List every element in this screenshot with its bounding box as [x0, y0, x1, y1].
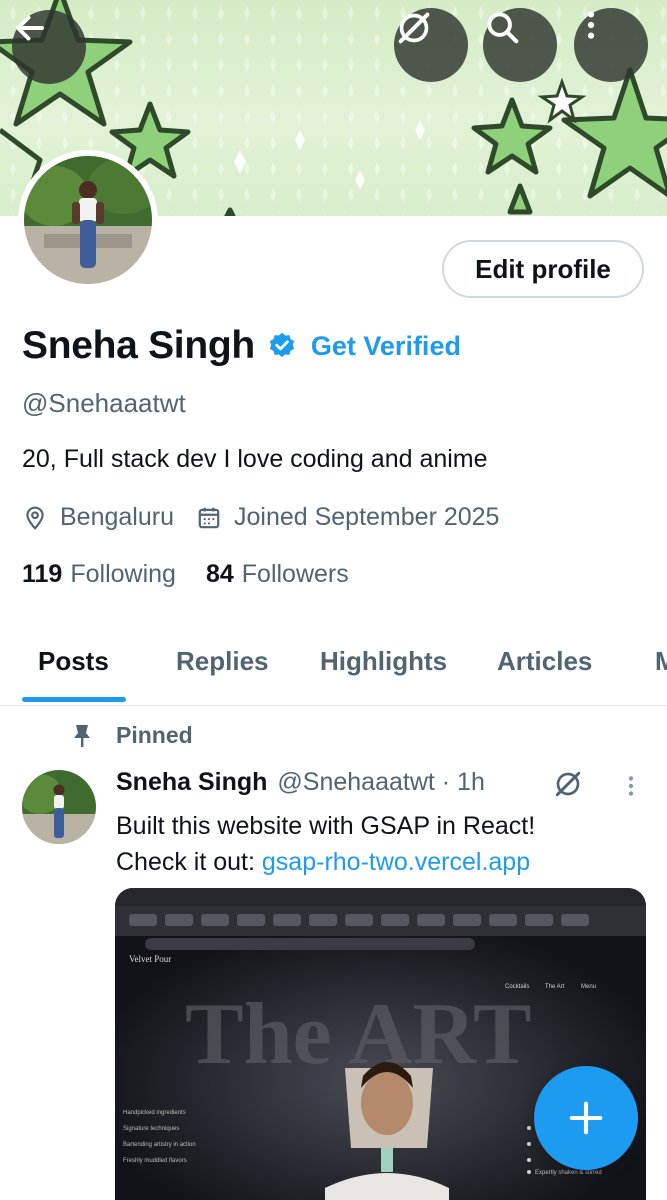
followers-label: Followers: [241, 560, 349, 588]
arrow-left-icon: [16, 15, 44, 41]
post-link[interactable]: gsap-rho-two.vercel.app: [262, 848, 530, 876]
grok-icon: [398, 12, 430, 44]
more-vertical-icon: [587, 11, 595, 39]
media-list-1: Handpicked ingredients: [123, 1110, 186, 1116]
post-author-name[interactable]: Sneha Singh: [116, 768, 267, 797]
tab-articles[interactable]: Articles: [497, 646, 592, 677]
media-list-2: Signature techniques: [123, 1126, 179, 1132]
profile-name: Sneha Singh: [22, 324, 255, 367]
location-pin-icon: [26, 506, 44, 530]
more-button[interactable]: [574, 8, 648, 82]
tab-highlights[interactable]: Highlights: [320, 646, 447, 677]
search-button[interactable]: [483, 8, 557, 82]
media-list-right-1: Expertly shaken & stirred: [535, 1170, 602, 1176]
post-header: Sneha Singh @Snehaaatwt · 1h: [116, 768, 485, 797]
profile-meta: Bengaluru Joined September 2025: [22, 503, 499, 532]
followers-count: 84: [205, 560, 234, 588]
post-text-line1: Built this website with GSAP in React!: [116, 812, 536, 840]
pinned-label-row: Pinned: [70, 722, 193, 749]
verified-badge-icon: [269, 332, 295, 358]
post-text-prefix: Check it out:: [116, 848, 262, 876]
edit-profile-button[interactable]: Edit profile: [442, 240, 644, 298]
grok-icon[interactable]: [552, 768, 584, 800]
media-brand: Velvet Pour: [129, 954, 171, 964]
profile-location: Bengaluru: [60, 503, 174, 531]
profile-bio: 20, Full stack dev I love coding and ani…: [22, 445, 488, 473]
avatar-photo: [24, 156, 152, 284]
post-more-icon[interactable]: [618, 770, 644, 802]
media-nav-art: The Art: [545, 984, 565, 990]
profile-joined-date: Joined September 2025: [233, 503, 500, 531]
media-nav-menu: Menu: [581, 984, 596, 990]
get-verified-link[interactable]: Get Verified: [311, 331, 461, 362]
following-link[interactable]: 119 Following: [22, 560, 176, 589]
grok-button[interactable]: [394, 8, 468, 82]
profile-handle: @Snehaaatwt: [22, 388, 186, 418]
follow-stats: 119 Following 84 Followers: [22, 560, 379, 589]
active-tab-indicator: [22, 697, 126, 702]
pinned-label: Pinned: [116, 722, 193, 748]
profile-tabs: Posts Replies Highlights Articles M: [0, 630, 667, 706]
following-count: 119: [22, 560, 63, 588]
plus-icon: [569, 1101, 603, 1135]
following-label: Following: [70, 560, 176, 588]
post-text: Built this website with GSAP in React! C…: [116, 808, 636, 880]
post-author-meta: @Snehaaatwt · 1h: [277, 768, 485, 796]
calendar-icon: [198, 507, 220, 528]
followers-link[interactable]: 84 Followers: [206, 560, 349, 589]
search-icon: [487, 12, 519, 44]
tab-media[interactable]: M: [655, 646, 667, 677]
back-button[interactable]: [12, 10, 86, 84]
pin-icon: [74, 724, 90, 747]
profile-avatar[interactable]: [18, 150, 158, 290]
compose-post-button[interactable]: [534, 1066, 638, 1170]
media-list-3: Bartending artistry in action: [123, 1142, 196, 1148]
post-author-avatar[interactable]: [22, 770, 96, 844]
post-avatar-photo: [22, 770, 96, 844]
profile-name-row: Sneha Singh Get Verified: [22, 322, 461, 370]
tab-posts[interactable]: Posts: [38, 646, 109, 677]
media-list-4: Freshly muddled flavors: [123, 1158, 187, 1164]
tab-replies[interactable]: Replies: [176, 646, 269, 677]
